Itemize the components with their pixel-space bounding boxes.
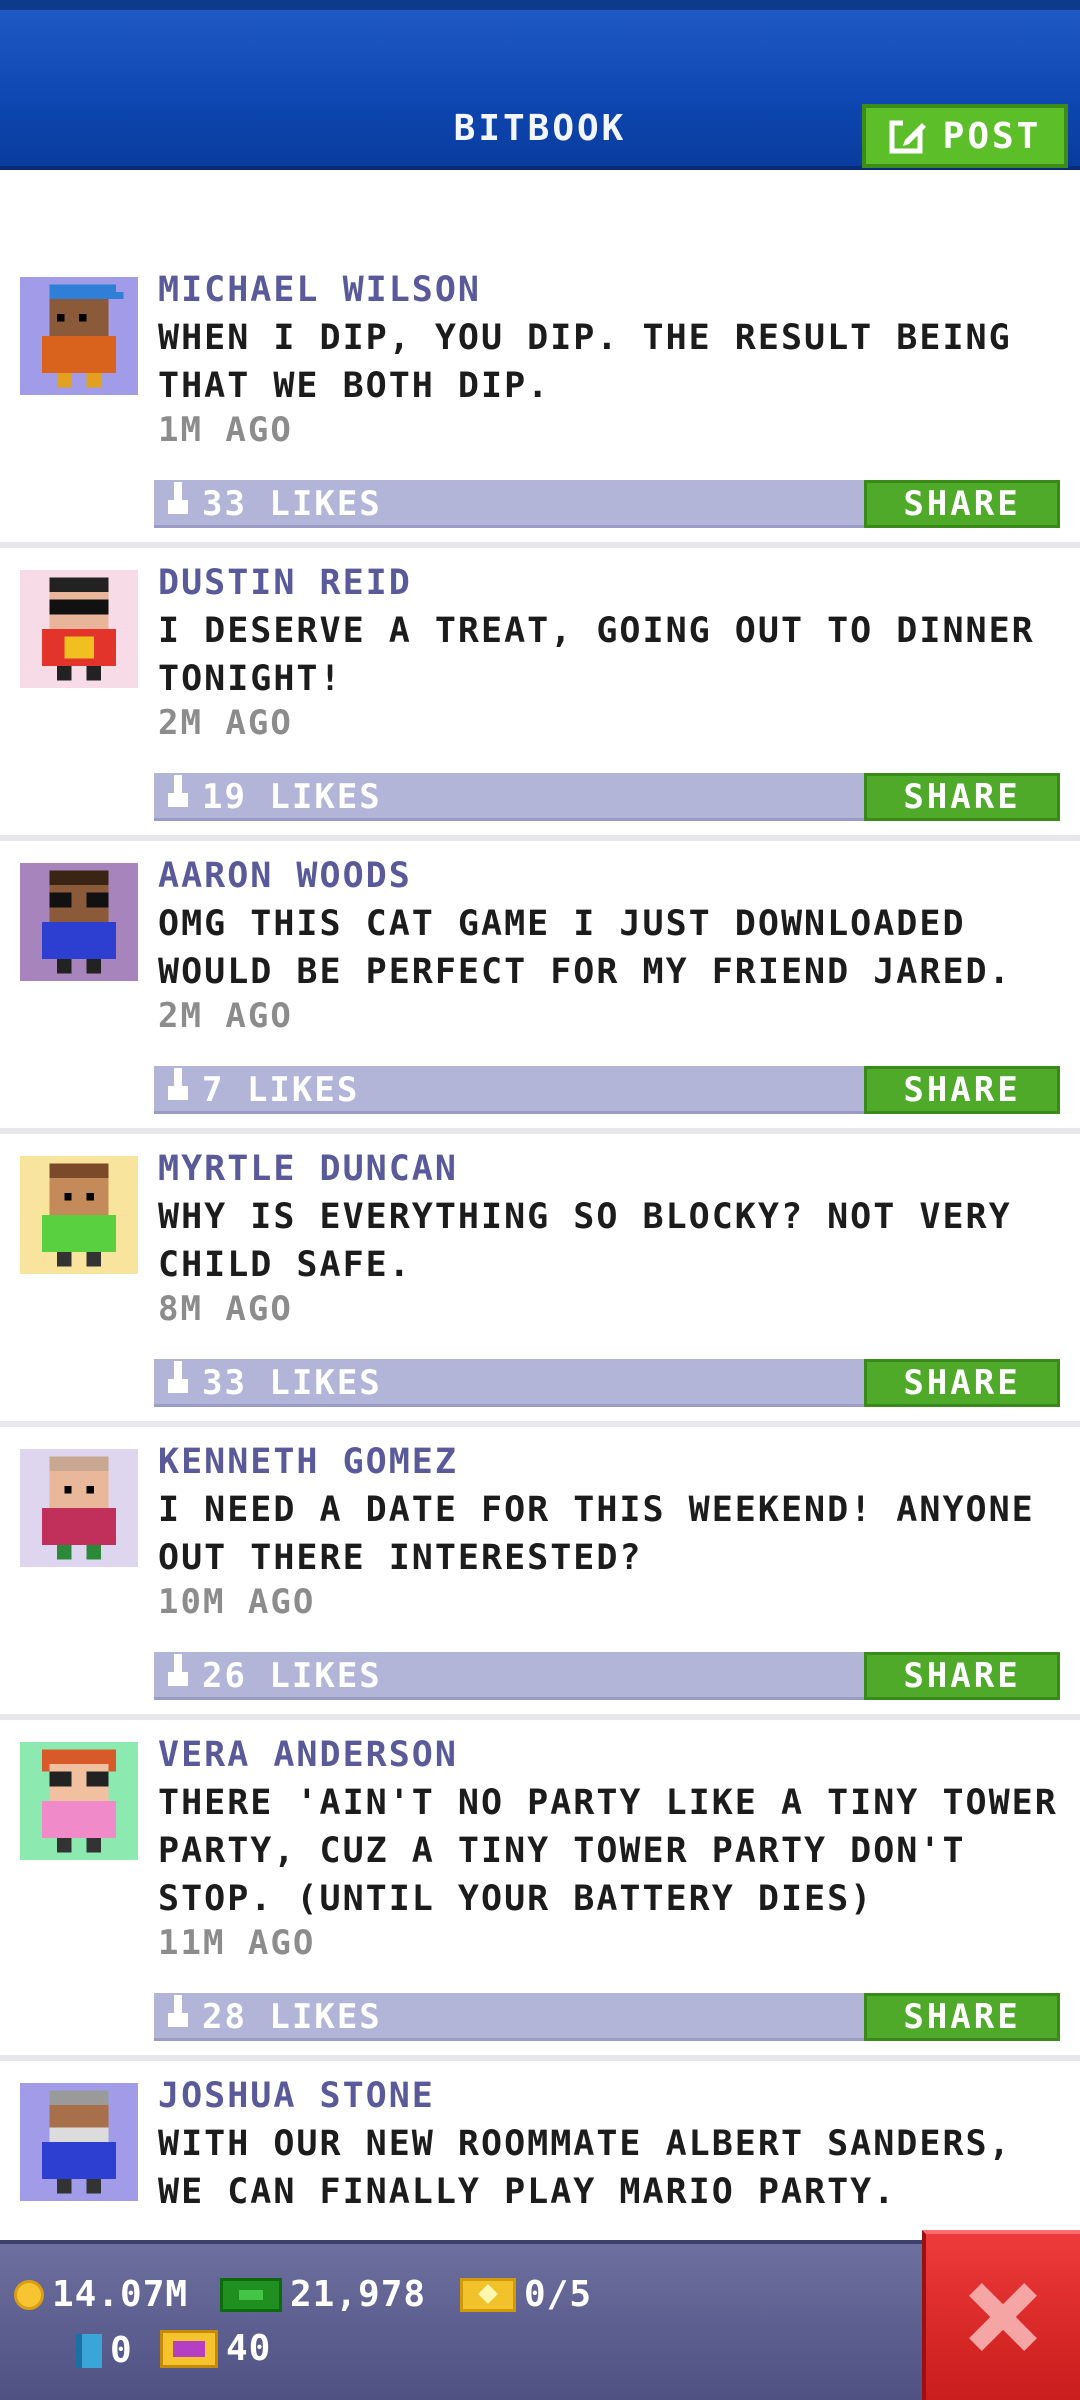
post-author[interactable]: DUSTIN REID: [158, 563, 412, 603]
post-message: WHY IS EVERYTHING SO BLOCKY? NOT VERY CH…: [158, 1197, 1012, 1285]
share-button[interactable]: SHARE: [864, 480, 1060, 528]
golden-ticket-icon: [460, 2277, 516, 2312]
cylinders-value: 0: [110, 2330, 133, 2371]
share-button[interactable]: SHARE: [864, 1359, 1060, 1407]
post-button-label: POST: [942, 115, 1042, 157]
likes-count: 33 LIKES: [202, 484, 382, 524]
divider: [0, 542, 1080, 548]
avatar: [20, 1742, 138, 1860]
likes-bar: 33 LIKES SHARE: [154, 1359, 1060, 1407]
share-button[interactable]: SHARE: [864, 1652, 1060, 1700]
post-message: WITH OUR NEW ROOMMATE ALBERT SANDERS, WE…: [158, 2124, 1012, 2212]
post-message: OMG THIS CAT GAME I JUST DOWNLOADED WOUL…: [158, 904, 1012, 992]
likes-count: 26 LIKES: [202, 1656, 382, 1696]
likes-bar: 26 LIKES SHARE: [154, 1652, 1060, 1700]
divider: [0, 1714, 1080, 1720]
bux-icon: [220, 2277, 282, 2312]
post-message: THERE 'AIN'T NO PARTY LIKE A TINY TOWER …: [158, 1783, 1058, 1919]
close-button[interactable]: [922, 2230, 1080, 2400]
avatar: [20, 2083, 138, 2201]
avatar: [20, 570, 138, 688]
post-time: 2M AGO: [158, 996, 293, 1036]
cylinders-counter: 0: [76, 2330, 133, 2371]
divider: [0, 1128, 1080, 1134]
coin-icon: [14, 2279, 44, 2310]
likes-bar: 7 LIKES SHARE: [154, 1066, 1060, 1114]
close-icon: [968, 2282, 1038, 2352]
edit-icon: [889, 120, 926, 154]
thumbs-up-icon: [168, 1361, 190, 1393]
thumbs-up-icon: [168, 1068, 190, 1100]
coins-value: 14.07M: [52, 2274, 189, 2315]
post-author[interactable]: MICHAEL WILSON: [158, 270, 481, 310]
thumbs-up-icon: [168, 1995, 190, 2027]
post-author[interactable]: VERA ANDERSON: [158, 1735, 458, 1775]
thumbs-up-icon: [168, 1654, 190, 1686]
vip-counter: 40: [160, 2328, 271, 2369]
vip-ticket-icon: [160, 2329, 218, 2368]
bux-counter: 21,978: [220, 2274, 426, 2315]
bux-value: 21,978: [290, 2274, 427, 2315]
avatar: [20, 863, 138, 981]
divider: [0, 2055, 1080, 2061]
likes-count: 7 LIKES: [202, 1070, 360, 1110]
post-message: I DESERVE A TREAT, GOING OUT TO DINNER T…: [158, 611, 1035, 699]
post-author[interactable]: JOSHUA STONE: [158, 2076, 435, 2116]
avatar: [20, 277, 138, 395]
cylinder-icon: [76, 2333, 102, 2368]
post-time: 11M AGO: [158, 1923, 316, 1963]
post-time: 2M AGO: [158, 703, 293, 743]
resource-bar: 14.07M 21,978 0/5 0 40: [0, 2240, 1080, 2400]
avatar: [20, 1156, 138, 1274]
likes-count: 28 LIKES: [202, 1997, 382, 2037]
share-button[interactable]: SHARE: [864, 773, 1060, 821]
post-author[interactable]: AARON WOODS: [158, 856, 412, 896]
app-header: BITBOOK POST: [0, 0, 1080, 170]
divider: [0, 1421, 1080, 1427]
likes-count: 33 LIKES: [202, 1363, 382, 1403]
share-button[interactable]: SHARE: [864, 1993, 1060, 2041]
thumbs-up-icon: [168, 482, 190, 514]
likes-bar: 19 LIKES SHARE: [154, 773, 1060, 821]
post-time: 8M AGO: [158, 1289, 293, 1329]
thumbs-up-icon: [168, 775, 190, 807]
post-author[interactable]: MYRTLE DUNCAN: [158, 1149, 458, 1189]
feed[interactable]: MICHAEL WILSON WHEN I DIP, YOU DIP. THE …: [0, 170, 1080, 2240]
post-button[interactable]: POST: [862, 104, 1068, 168]
post-message: WHEN I DIP, YOU DIP. THE RESULT BEING TH…: [158, 318, 1012, 406]
divider: [0, 835, 1080, 841]
post-author[interactable]: KENNETH GOMEZ: [158, 1442, 458, 1482]
likes-count: 19 LIKES: [202, 777, 382, 817]
tickets-counter: 0/5: [460, 2274, 592, 2315]
coins-counter: 14.07M: [14, 2274, 188, 2315]
post-time: 1M AGO: [158, 410, 293, 450]
post-time: 10M AGO: [158, 1582, 316, 1622]
share-button[interactable]: SHARE: [864, 1066, 1060, 1114]
likes-bar: 33 LIKES SHARE: [154, 480, 1060, 528]
tickets-value: 0/5: [524, 2274, 593, 2315]
post-message: I NEED A DATE FOR THIS WEEKEND! ANYONE O…: [158, 1490, 1035, 1578]
avatar: [20, 1449, 138, 1567]
vip-value: 40: [226, 2328, 272, 2369]
likes-bar: 28 LIKES SHARE: [154, 1993, 1060, 2041]
